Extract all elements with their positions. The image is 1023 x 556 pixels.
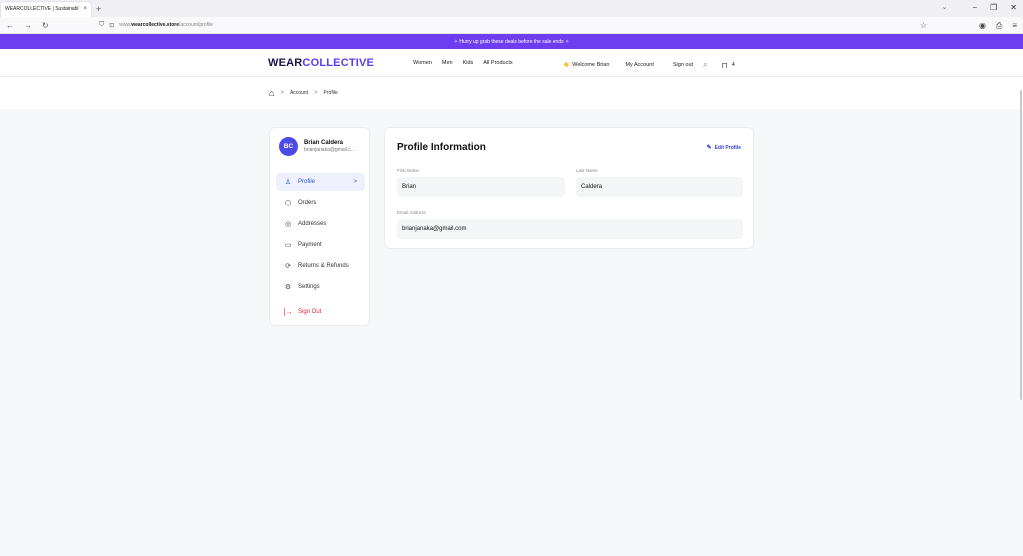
pencil-icon: ✎	[706, 145, 712, 151]
browser-nav-buttons: ← → ↻	[6, 21, 86, 30]
avatar: BC	[279, 137, 298, 156]
profile-card: Profile Information ✎ Edit Profile First…	[384, 127, 754, 249]
wave-icon: 👋	[563, 62, 570, 68]
new-tab-icon[interactable]: +	[96, 4, 101, 14]
user-name: Brian Caldera	[304, 140, 344, 146]
user-icon: ♙	[284, 179, 292, 186]
account-icon[interactable]: ◉	[979, 21, 986, 31]
promo-text: ✧ Hurry up grab these deals before the s…	[453, 38, 570, 45]
first-name-field: First Name Brian	[397, 168, 565, 197]
logout-icon: [→	[283, 308, 293, 316]
reload-icon[interactable]: ↻	[42, 21, 49, 30]
sidebar-item-returns[interactable]: ⟳ Returns & Refunds	[276, 257, 365, 275]
account-menu: ♙ Profile > ⬡ Orders ◎ Addresses ▭ Payme…	[276, 173, 365, 324]
my-account-link[interactable]: My Account	[625, 62, 653, 68]
breadcrumb-profile: Profile	[323, 90, 338, 96]
nav-men[interactable]: Men	[442, 60, 453, 66]
sidebar-item-orders[interactable]: ⬡ Orders	[276, 194, 365, 212]
sidebar-item-label: Sign Out	[298, 309, 322, 315]
user-email: brianjanaka@gmail.c...	[304, 147, 355, 153]
sidebar-item-label: Payment	[298, 242, 322, 248]
url-text: www.wearcollective.store/account/profile	[119, 22, 213, 28]
nav-kids[interactable]: Kids	[463, 60, 474, 66]
home-icon[interactable]: ⌂	[269, 88, 274, 98]
nav-all-products[interactable]: All Products	[483, 60, 512, 66]
refresh-icon: ⟳	[285, 263, 291, 270]
email-label: Email Address	[397, 210, 426, 215]
edit-profile-label: Edit Profile	[714, 144, 741, 151]
main-nav: Women Men Kids All Products	[413, 60, 513, 66]
last-name-field: Last Name Caldera	[576, 168, 743, 197]
email-field: Email Address brianjanaka@gmail.com	[397, 210, 743, 239]
sidebar-item-label: Profile	[298, 179, 316, 185]
last-name-label: Last Name	[576, 168, 598, 173]
site-logo[interactable]: WEARCOLLECTIVE	[268, 57, 374, 69]
page-scrollbar[interactable]	[1020, 90, 1022, 400]
bookmark-star-icon[interactable]: ☆	[920, 21, 927, 30]
sidebar-item-addresses[interactable]: ◎ Addresses	[276, 215, 365, 233]
lock-icon: ⊡	[109, 22, 115, 29]
edit-profile-button[interactable]: ✎ Edit Profile	[706, 144, 741, 152]
browser-tools: ◉ ⎙ ≡	[979, 21, 1017, 31]
extensions-icon[interactable]: ⎙	[996, 21, 1002, 31]
first-name-label: First Name	[397, 168, 420, 173]
account-sidebar: BC Brian Caldera brianjanaka@gmail.c... …	[269, 127, 370, 326]
address-bar[interactable]: ⛉ ⊡ www.wearcollective.store/account/pro…	[99, 21, 213, 29]
cart-count: 4	[731, 62, 735, 68]
close-window-icon[interactable]: ✕	[1010, 3, 1017, 12]
forward-icon[interactable]: →	[24, 21, 32, 30]
tab-list-dropdown-icon[interactable]: ⌄	[942, 3, 948, 12]
shopping-bag-icon[interactable]: ⊓	[722, 61, 728, 70]
browser-tab[interactable]: WEARCOLLECTIVE | Sustainabl ×	[1, 1, 91, 17]
shield-icon: ⛉	[99, 21, 105, 28]
sign-out-link[interactable]: Sign out	[673, 62, 693, 68]
back-icon[interactable]: ←	[6, 21, 14, 30]
browser-toolbar: ← → ↻ ⛉ ⊡ www.wearcollective.store/accou…	[0, 17, 1023, 34]
breadcrumb-bar: ⌂ > Account > Profile	[0, 77, 1023, 109]
sidebar-item-settings[interactable]: ⚙ Settings	[276, 278, 365, 296]
page-title: Profile Information	[397, 142, 486, 153]
user-summary: BC Brian Caldera brianjanaka@gmail.c...	[279, 137, 355, 156]
sidebar-item-label: Settings	[298, 284, 320, 290]
sidebar-item-profile[interactable]: ♙ Profile >	[276, 173, 365, 191]
search-icon[interactable]: ⌕	[703, 60, 707, 70]
user-nav: 👋 Welcome Brian My Account Sign out ⌕ ⊓ …	[563, 60, 735, 70]
breadcrumb-account[interactable]: Account	[290, 90, 308, 96]
nav-women[interactable]: Women	[413, 60, 432, 66]
credit-card-icon: ▭	[284, 242, 292, 249]
sidebar-item-sign-out[interactable]: [→ Sign Out	[276, 303, 365, 321]
breadcrumb-separator: >	[314, 90, 318, 96]
map-pin-icon: ◎	[284, 221, 292, 228]
welcome-text: Welcome Brian	[572, 62, 610, 68]
menu-icon[interactable]: ≡	[1012, 21, 1017, 31]
site-header: WEARCOLLECTIVE Women Men Kids All Produc…	[0, 49, 1023, 77]
promo-banner: ✧ Hurry up grab these deals before the s…	[0, 34, 1023, 49]
sidebar-item-label: Returns & Refunds	[298, 263, 349, 269]
browser-tab-bar: WEARCOLLECTIVE | Sustainabl × + ⌄ − ❐ ✕	[0, 0, 1023, 17]
close-tab-icon[interactable]: ×	[83, 6, 87, 12]
package-icon: ⬡	[284, 200, 292, 207]
last-name-value: Caldera	[576, 177, 743, 197]
sidebar-item-payment[interactable]: ▭ Payment	[276, 236, 365, 254]
browser-tab-title: WEARCOLLECTIVE | Sustainabl	[5, 6, 79, 12]
email-value: brianjanaka@gmail.com	[397, 219, 743, 239]
chevron-right-icon: >	[353, 179, 357, 185]
breadcrumb-separator: >	[280, 90, 284, 96]
gear-icon: ⚙	[284, 284, 292, 291]
restore-icon[interactable]: ❐	[990, 3, 997, 12]
first-name-value: Brian	[397, 177, 565, 197]
window-controls: ⌄ − ❐ ✕	[942, 3, 1017, 12]
sidebar-item-label: Addresses	[298, 221, 327, 227]
breadcrumb: ⌂ > Account > Profile	[269, 88, 338, 98]
minimize-icon[interactable]: −	[972, 3, 977, 12]
sidebar-item-label: Orders	[298, 200, 317, 206]
